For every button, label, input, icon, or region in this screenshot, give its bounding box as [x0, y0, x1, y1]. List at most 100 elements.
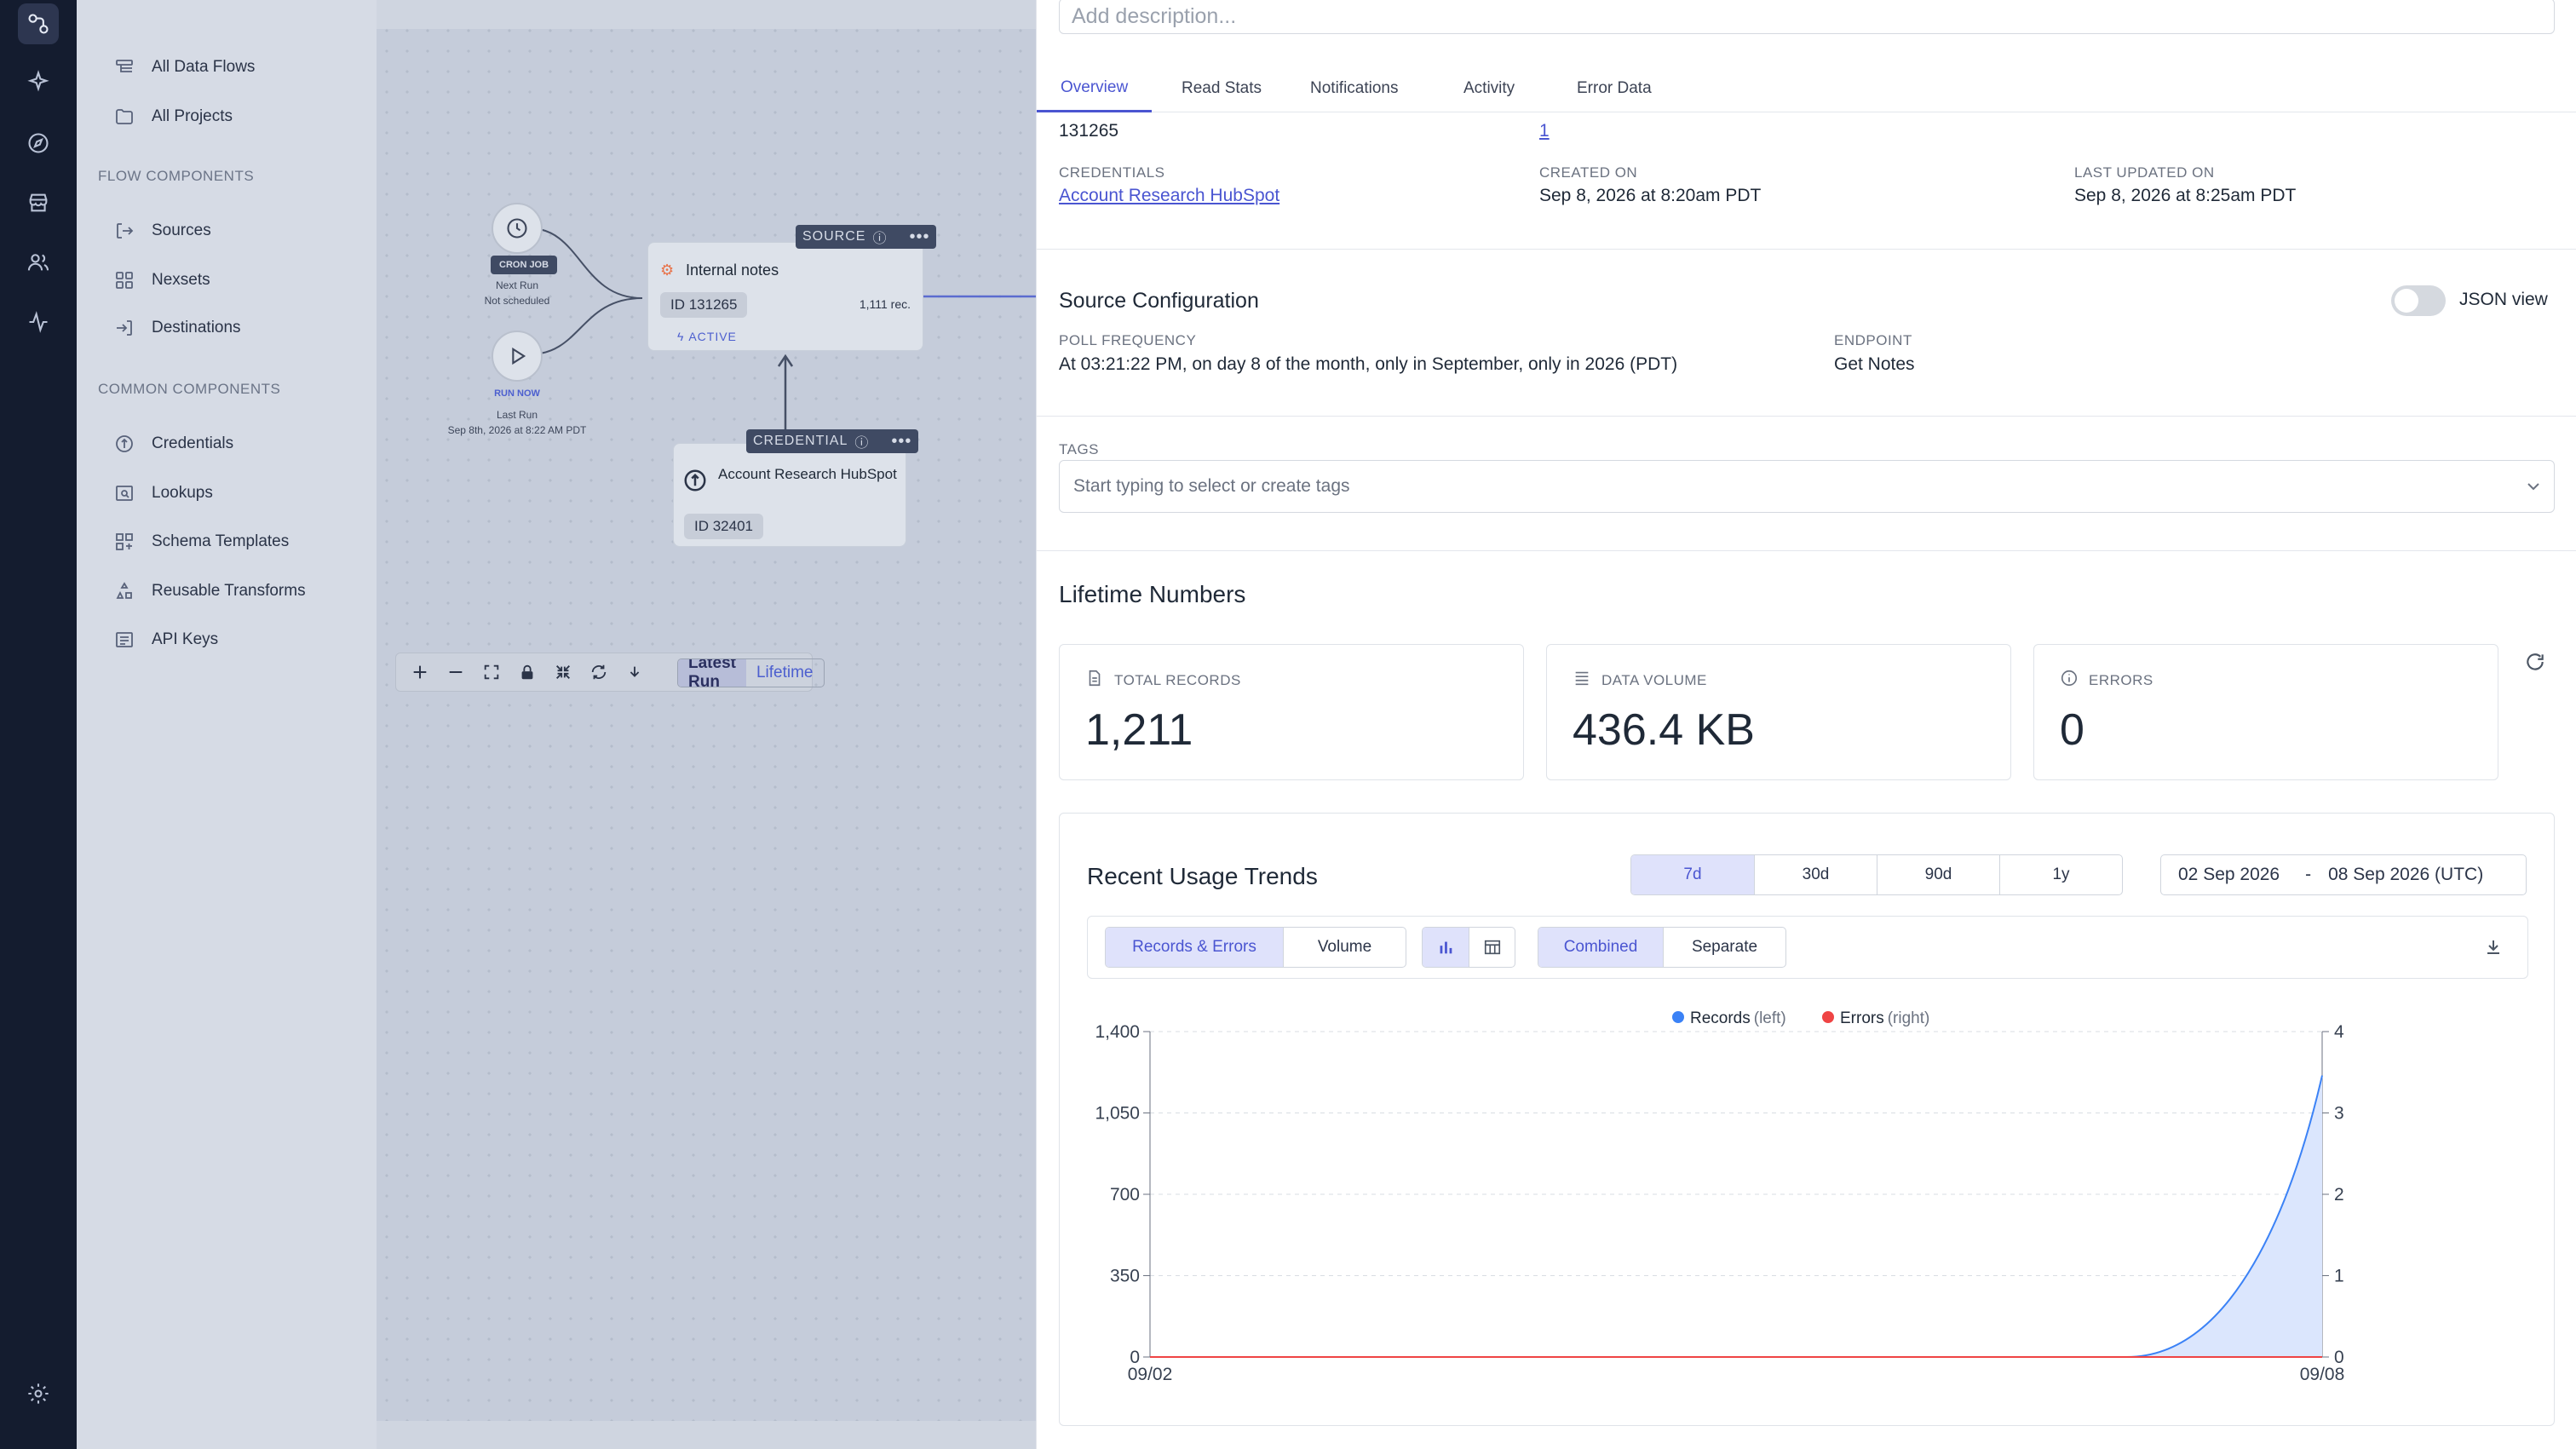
- users-icon[interactable]: [18, 242, 59, 283]
- api-key-icon: [112, 628, 136, 652]
- tags-input[interactable]: Start typing to select or create tags: [1059, 460, 2555, 513]
- download-icon[interactable]: [619, 657, 650, 687]
- created-on-value: Sep 8, 2026 at 8:20am PDT: [1539, 186, 1762, 205]
- lifetime-button[interactable]: Lifetime: [746, 659, 824, 687]
- y-right-tick-label: 2: [2334, 1185, 2344, 1205]
- nav-item-schema-templates[interactable]: Schema Templates: [112, 526, 289, 557]
- run-toggle: Latest Run Lifetime: [677, 658, 825, 687]
- last-updated-value: Sep 8, 2026 at 8:25am PDT: [2074, 186, 2297, 205]
- y-left-tick-label: 700: [1110, 1185, 1140, 1205]
- latest-run-button[interactable]: Latest Run: [678, 659, 746, 687]
- source-node-name: Internal notes: [686, 262, 779, 279]
- y-right-tick-label: 3: [2334, 1104, 2344, 1124]
- store-icon[interactable]: [18, 182, 59, 223]
- more-icon[interactable]: •••: [891, 432, 911, 451]
- nav-item-lookups[interactable]: Lookups: [112, 478, 213, 509]
- y-left-tick-label: 1,400: [1095, 1022, 1140, 1042]
- legend-errors-dot: [1822, 1011, 1834, 1023]
- tab-activity[interactable]: Activity: [1463, 65, 1515, 112]
- common-components-heading: COMMON COMPONENTS: [98, 381, 281, 397]
- list-icon: [1573, 669, 1591, 692]
- errors-label: ERRORS: [2089, 671, 2153, 688]
- info-icon: ⓘ: [872, 232, 888, 246]
- tab-error-data[interactable]: Error Data: [1577, 65, 1652, 112]
- hubspot-icon: ⚙: [660, 262, 675, 279]
- y-left-tick-label: 1,050: [1095, 1104, 1140, 1124]
- sparkle-icon[interactable]: [18, 61, 59, 102]
- nav-item-nexsets[interactable]: Nexsets: [112, 265, 210, 296]
- x-tick-label: 09/08: [2300, 1365, 2345, 1384]
- canvas-toolbar: Latest Run Lifetime: [395, 653, 825, 692]
- zoom-in-icon[interactable]: [405, 657, 435, 687]
- chevron-down-icon[interactable]: [2523, 476, 2544, 502]
- info-icon: ⓘ: [854, 436, 870, 451]
- grid-icon: [112, 268, 136, 292]
- cron-job-node[interactable]: [492, 203, 543, 254]
- last-updated-label: LAST UPDATED ON: [2074, 164, 2215, 181]
- tab-read-stats[interactable]: Read Stats: [1182, 65, 1262, 112]
- chart-grid: [1150, 1031, 2322, 1276]
- y-right-tick-label: 4: [2334, 1022, 2344, 1042]
- errors-value: 0: [2060, 705, 2084, 755]
- data-flows-icon[interactable]: [18, 3, 59, 44]
- fit-view-icon[interactable]: [476, 657, 507, 687]
- compass-icon[interactable]: [18, 123, 59, 164]
- lock-icon[interactable]: [512, 657, 543, 687]
- nav-item-destinations[interactable]: Destinations: [112, 313, 241, 343]
- data-volume-label: DATA VOLUME: [1601, 671, 1707, 688]
- tags-label: TAGS: [1059, 441, 1100, 457]
- source-node-records: 1,111 rec.: [859, 297, 911, 311]
- last-run-value: Sep 8th, 2026 at 8:22 AM PDT: [447, 424, 587, 436]
- nav-item-all-projects[interactable]: All Projects: [112, 101, 233, 132]
- refresh-icon[interactable]: [2524, 651, 2546, 677]
- json-view-label: JSON view: [2459, 290, 2548, 309]
- nav-item-credentials[interactable]: Credentials: [112, 428, 233, 459]
- collapse-icon[interactable]: [548, 657, 578, 687]
- nexsets-count-link[interactable]: 1: [1539, 121, 1550, 141]
- zoom-out-icon[interactable]: [440, 657, 471, 687]
- destination-icon: [112, 316, 136, 340]
- activity-icon[interactable]: [18, 302, 59, 342]
- cron-job-tag: CRON JOB: [491, 256, 558, 274]
- credential-node-id: ID 32401: [684, 514, 763, 539]
- source-configuration-title: Source Configuration: [1059, 289, 1259, 313]
- source-tag: SOURCE ⓘ •••: [796, 225, 937, 249]
- usage-chart: Records (left) Errors (right) 03507001,050…: [1095, 1009, 2344, 1384]
- run-now-node[interactable]: [492, 331, 543, 382]
- lifetime-numbers-title: Lifetime Numbers: [1059, 581, 1246, 607]
- more-icon[interactable]: •••: [909, 227, 929, 247]
- total-records-label: TOTAL RECORDS: [1114, 671, 1241, 688]
- refresh-icon[interactable]: [584, 657, 614, 687]
- lookup-icon: [112, 481, 136, 505]
- source-node[interactable]: ⚙ Internal notes ID 131265 1,111 rec. ϟ …: [647, 242, 923, 351]
- nav-item-sources[interactable]: Sources: [112, 216, 211, 246]
- info-icon: [2060, 669, 2079, 692]
- tab-notifications[interactable]: Notifications: [1310, 65, 1399, 112]
- nav-item-all-data-flows[interactable]: All Data Flows: [112, 52, 255, 83]
- flow-canvas[interactable]: CRON JOB Next Run Not scheduled RUN NOW …: [377, 0, 1036, 1449]
- nav-item-reusable-transforms[interactable]: Reusable Transforms: [112, 576, 306, 607]
- credential-node[interactable]: Account Research HubSpot ID 32401: [673, 443, 906, 547]
- run-now-tag: RUN NOW: [494, 388, 540, 399]
- gear-icon[interactable]: [18, 1373, 59, 1414]
- tab-overview[interactable]: Overview: [1037, 65, 1153, 112]
- json-view-toggle[interactable]: [2391, 285, 2446, 316]
- description-input[interactable]: Add description...: [1059, 0, 2555, 34]
- nav-item-api-keys[interactable]: API Keys: [112, 624, 218, 655]
- clock-icon: [507, 218, 527, 239]
- side-navigation: All Data Flows All Projects FLOW COMPONE…: [77, 0, 377, 1449]
- total-records-value: 1,211: [1085, 705, 1193, 755]
- errors-card: ERRORS 0: [2033, 644, 2498, 780]
- total-records-card: TOTAL RECORDS 1,211: [1059, 644, 1524, 780]
- data-flows-icon: [112, 55, 136, 79]
- schema-icon: [112, 530, 136, 554]
- source-icon: [112, 219, 136, 243]
- transform-icon: [112, 579, 136, 603]
- legend-records-dot: [1672, 1011, 1684, 1023]
- endpoint-value: Get Notes: [1834, 354, 1915, 374]
- tags-placeholder: Start typing to select or create tags: [1073, 476, 1350, 496]
- y-left-tick-label: 350: [1110, 1267, 1140, 1286]
- source-node-status: ϟ ACTIVE: [677, 330, 737, 343]
- credentials-link[interactable]: Account Research HubSpot: [1059, 186, 1279, 206]
- chart-axes: 03507001,0501,4000123409/02 09/08: [1095, 1022, 2344, 1384]
